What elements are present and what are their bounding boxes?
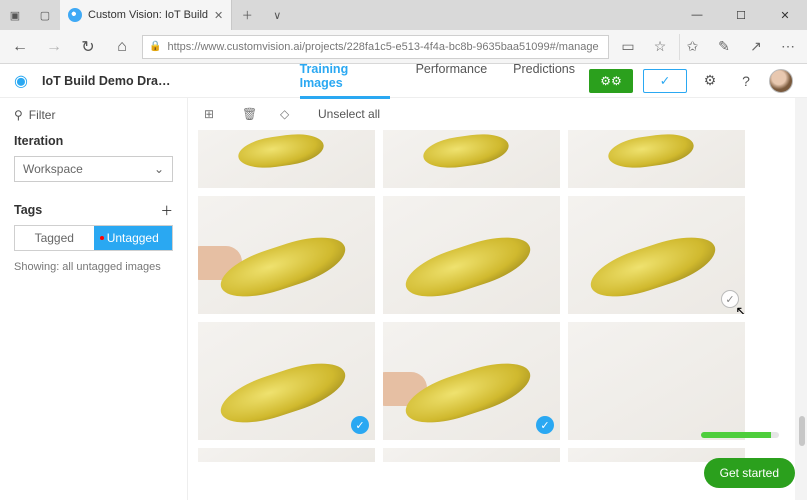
add-tag-icon[interactable]: ＋ bbox=[160, 200, 173, 219]
scrollbar-thumb[interactable] bbox=[799, 416, 805, 446]
cursor-icon: ↖ bbox=[735, 303, 745, 314]
image-thumb[interactable] bbox=[383, 196, 560, 314]
image-thumb[interactable]: ✓ ↖ bbox=[568, 196, 745, 314]
tab-predictions[interactable]: Predictions bbox=[513, 62, 575, 99]
get-started-button[interactable]: Get started bbox=[704, 458, 795, 488]
help-icon[interactable]: ? bbox=[733, 68, 759, 94]
settings-icon[interactable]: ⚙ bbox=[697, 68, 723, 94]
minimize-button[interactable]: — bbox=[675, 0, 719, 30]
browser-addressbar: ← → ↻ ⌂ 🔒 https://www.customvision.ai/pr… bbox=[0, 30, 807, 64]
tab-performance[interactable]: Performance bbox=[416, 62, 488, 99]
tab-title: Custom Vision: IoT Build bbox=[88, 9, 208, 21]
untagged-indicator-icon bbox=[100, 236, 104, 240]
notes-icon[interactable]: ✎ bbox=[711, 34, 737, 60]
image-thumb[interactable] bbox=[198, 196, 375, 314]
more-icon[interactable]: ⋯ bbox=[775, 34, 801, 60]
main-tabs: Training Images Performance Predictions bbox=[300, 62, 575, 99]
main-split: ⚲ Filter Iteration Workspace ⌄ Tags ＋ Ta… bbox=[0, 98, 807, 500]
content-area: ⊞ 🗑 ◇ Unselect all ✓ ↖ ✓ bbox=[188, 98, 807, 500]
taskview2-icon[interactable]: ▢ bbox=[30, 0, 60, 30]
refresh-button[interactable]: ↻ bbox=[74, 33, 102, 61]
grid-row: ✓ ↖ bbox=[198, 196, 797, 314]
grid-row bbox=[198, 130, 797, 188]
iteration-heading: Iteration bbox=[14, 134, 173, 148]
browser-tab[interactable]: Custom Vision: IoT Build ✕ bbox=[60, 0, 232, 30]
image-thumb[interactable] bbox=[383, 130, 560, 188]
favorite-icon[interactable]: ☆ bbox=[647, 34, 673, 60]
tags-heading: Tags bbox=[14, 203, 42, 217]
share-icon[interactable]: ↗ bbox=[743, 34, 769, 60]
forward-button[interactable]: → bbox=[40, 33, 68, 61]
close-tab-icon[interactable]: ✕ bbox=[214, 9, 223, 22]
unselect-all-link[interactable]: Unselect all bbox=[318, 107, 380, 121]
progress-indicator bbox=[701, 432, 779, 438]
sidebar: ⚲ Filter Iteration Workspace ⌄ Tags ＋ Ta… bbox=[0, 98, 188, 500]
filter-label: Filter bbox=[29, 108, 56, 122]
reading-view-icon[interactable]: ▭ bbox=[615, 34, 641, 60]
tab-overflow-icon[interactable]: ∨ bbox=[262, 0, 292, 30]
image-thumb[interactable] bbox=[568, 322, 745, 440]
quicktest-button[interactable]: ✓ bbox=[643, 69, 687, 93]
app-header: ◉ IoT Build Demo Drag… Training Images P… bbox=[0, 64, 807, 98]
tagged-toggle[interactable]: Tagged bbox=[15, 226, 94, 250]
grid-row bbox=[198, 448, 797, 462]
image-grid: ✓ ↖ ✓ ✓ bbox=[188, 130, 807, 500]
delete-icon[interactable]: 🗑 bbox=[242, 107, 258, 121]
back-button[interactable]: ← bbox=[6, 33, 34, 61]
image-thumb[interactable] bbox=[568, 130, 745, 188]
selected-check-icon[interactable]: ✓ bbox=[351, 416, 369, 434]
close-window-button[interactable]: ✕ bbox=[763, 0, 807, 30]
showing-text: Showing: all untagged images bbox=[14, 261, 173, 273]
tag-images-icon[interactable]: ◇ bbox=[280, 107, 296, 121]
image-thumb[interactable]: ✓ bbox=[198, 322, 375, 440]
home-button[interactable]: ⌂ bbox=[108, 33, 136, 61]
window-titlebar: ▣ ▢ Custom Vision: IoT Build ✕ ＋ ∨ — ☐ ✕ bbox=[0, 0, 807, 30]
chevron-down-icon: ⌄ bbox=[154, 162, 164, 176]
untagged-label: Untagged bbox=[107, 231, 159, 245]
iteration-value: Workspace bbox=[23, 162, 83, 176]
taskview-icon[interactable]: ▣ bbox=[0, 0, 30, 30]
filter-icon: ⚲ bbox=[14, 108, 23, 122]
favicon-icon bbox=[68, 8, 82, 22]
image-toolbar: ⊞ 🗑 ◇ Unselect all bbox=[188, 98, 807, 130]
add-images-icon[interactable]: ⊞ bbox=[204, 107, 220, 121]
untagged-toggle[interactable]: Untagged bbox=[94, 226, 173, 250]
url-text: https://www.customvision.ai/projects/228… bbox=[167, 41, 598, 53]
url-input[interactable]: 🔒 https://www.customvision.ai/projects/2… bbox=[142, 35, 609, 59]
image-thumb[interactable] bbox=[383, 448, 560, 462]
lock-icon: 🔒 bbox=[149, 41, 161, 52]
user-avatar[interactable] bbox=[769, 69, 793, 93]
tab-training-images[interactable]: Training Images bbox=[300, 62, 390, 99]
new-tab-icon[interactable]: ＋ bbox=[232, 0, 262, 30]
train-button[interactable]: ⚙⚙ bbox=[589, 69, 633, 93]
filter-toggle[interactable]: ⚲ Filter bbox=[14, 108, 173, 122]
image-thumb[interactable] bbox=[198, 130, 375, 188]
selected-check-icon[interactable]: ✓ bbox=[536, 416, 554, 434]
favorites-bar-icon[interactable]: ✩ bbox=[679, 34, 705, 60]
customvision-logo-icon: ◉ bbox=[14, 71, 28, 91]
tag-toggle: Tagged Untagged bbox=[14, 225, 173, 251]
grid-row: ✓ ✓ bbox=[198, 322, 797, 440]
project-name[interactable]: IoT Build Demo Drag… bbox=[42, 74, 176, 88]
image-thumb[interactable]: ✓ bbox=[383, 322, 560, 440]
image-thumb[interactable] bbox=[198, 448, 375, 462]
iteration-select[interactable]: Workspace ⌄ bbox=[14, 156, 173, 182]
maximize-button[interactable]: ☐ bbox=[719, 0, 763, 30]
